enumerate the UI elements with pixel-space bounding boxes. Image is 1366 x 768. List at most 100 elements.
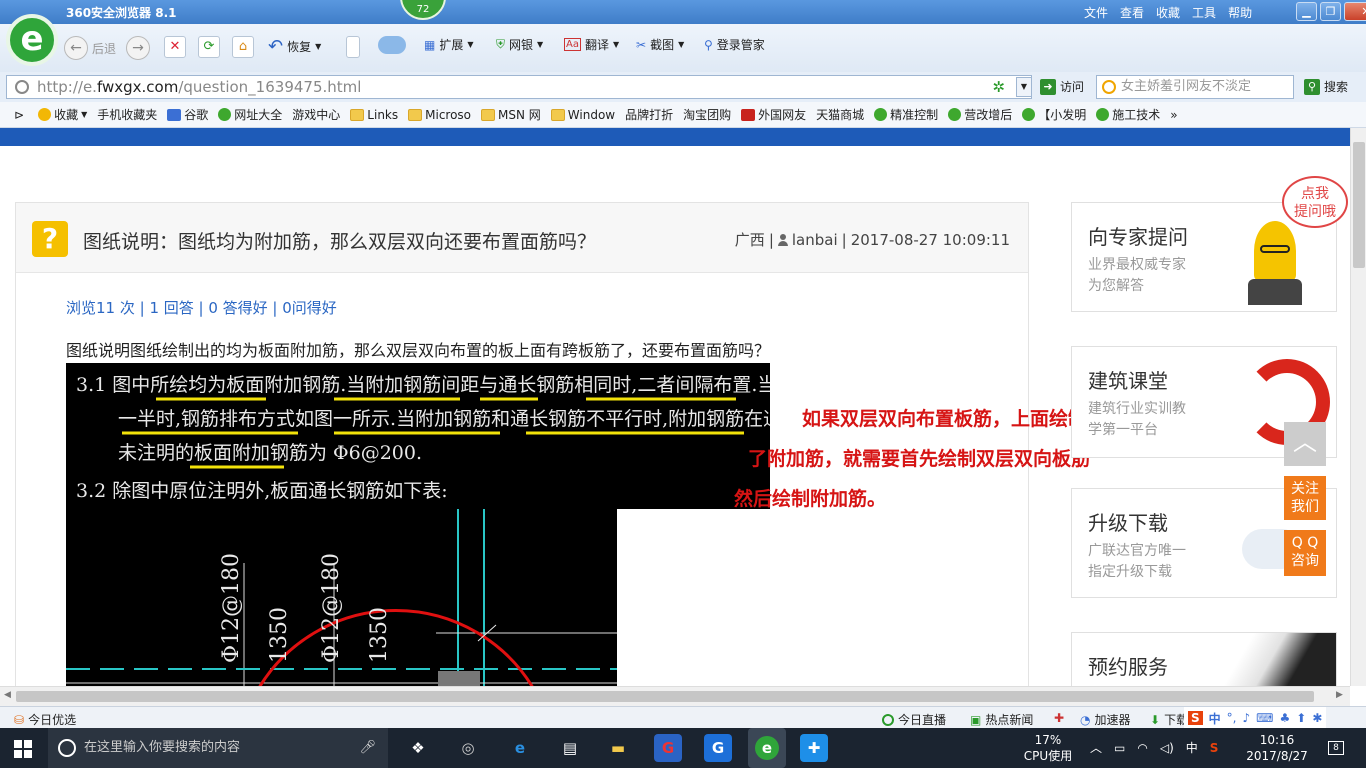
address-dropdown-chevron-icon[interactable]: ▼ (1016, 77, 1032, 97)
store-icon[interactable]: ▤ (556, 734, 584, 762)
ask-bubble[interactable]: 点我 提问哦 (1282, 176, 1348, 228)
fav-item[interactable]: Links (350, 108, 398, 122)
360-browser-task-icon[interactable]: e (748, 728, 786, 768)
browser-logo-icon[interactable]: e (6, 14, 58, 66)
windows-start-icon[interactable] (14, 740, 32, 758)
fav-item[interactable]: 手机收藏夹 (97, 106, 157, 123)
sogou-tray-icon[interactable]: S (1210, 740, 1219, 756)
keyboard-icon: ⌨ (1256, 711, 1274, 725)
scissors-icon: ✂ (636, 37, 647, 52)
screenshot-button[interactable]: ✂ 截图 ▼ (636, 36, 684, 53)
back-to-top-button[interactable]: ︿ (1284, 422, 1326, 466)
stop-button[interactable]: ✕ (164, 36, 186, 58)
fav-item[interactable]: 外国网友 (741, 106, 806, 123)
forward-button[interactable]: → (126, 36, 150, 60)
refresh-icon[interactable]: ✲ (992, 76, 1005, 98)
address-bar[interactable]: http://e.fwxgx.com/question_1639475.html… (6, 75, 1032, 99)
today-picks[interactable]: ⛁ 今日优选 (14, 711, 76, 728)
glodon-g-icon[interactable]: G (704, 734, 732, 762)
question-user[interactable]: lanbai (792, 231, 838, 249)
menu-view[interactable]: 查看 (1120, 4, 1144, 21)
cloud-button[interactable] (378, 36, 406, 54)
scroll-left-icon[interactable]: ◀ (4, 690, 11, 700)
horizontal-scroll-thumb[interactable] (16, 691, 1314, 702)
fav-item[interactable]: Window (550, 108, 615, 122)
notification-count: 8 (1328, 741, 1344, 755)
netbank-button[interactable]: ⛨ 网银 ▼ (496, 36, 543, 53)
task-view-icon[interactable]: ❖ (404, 734, 432, 762)
search-input[interactable]: 女主娇羞引网友不淡定 (1096, 75, 1294, 99)
first-aid-icon[interactable]: ✚ (1054, 711, 1064, 725)
refresh-button[interactable]: ⟳ (198, 36, 220, 58)
chat-icon (874, 108, 888, 121)
cad-note-line-4: 3.2 除图中原位注明外,板面通长钢筋如下表: (76, 480, 448, 502)
translate-button[interactable]: Aa 翻译 ▼ (564, 36, 619, 53)
fav-item[interactable]: 【小发明 (1022, 106, 1086, 123)
mic-icon[interactable]: 🎤︎ (359, 728, 376, 768)
sidebar-appointment[interactable]: 预约服务 (1071, 632, 1337, 686)
fav-item[interactable]: 天猫商城 (816, 106, 864, 123)
horizontal-scrollbar[interactable]: ◀ ▶ (0, 686, 1350, 706)
input-language[interactable]: 中 (1186, 740, 1198, 756)
maximize-button[interactable]: ❐ (1320, 2, 1341, 21)
download-button[interactable]: ⬇ 下载 (1150, 711, 1188, 728)
close-button[interactable]: ✕ (1344, 2, 1366, 21)
volume-icon[interactable]: ◁) (1160, 740, 1174, 756)
accelerator-button[interactable]: ◔ 加速器 (1080, 711, 1131, 728)
score-badge[interactable]: 72 (400, 0, 446, 20)
search-icon: ⚲ (1304, 78, 1320, 95)
fav-item[interactable]: 精准控制 (874, 106, 938, 123)
minimize-button[interactable]: ▁ (1296, 2, 1317, 21)
browser-swirl-icon[interactable]: ◎ (454, 734, 482, 762)
hot-news-button[interactable]: ▣ 热点新闻 (970, 711, 1033, 728)
more-favorites-icon[interactable]: » (1170, 108, 1177, 122)
search-button[interactable]: ⚲ 搜索 (1304, 78, 1348, 95)
fav-item[interactable]: MSN 网 (481, 106, 541, 123)
cpu-monitor[interactable]: 17% CPU使用 (1022, 732, 1074, 764)
chat-icon (1022, 108, 1036, 121)
fav-item[interactable]: 游戏中心 (292, 106, 340, 123)
teamviewer-icon[interactable]: ✚ (800, 734, 828, 762)
go-button[interactable]: ➜ 访问 (1040, 78, 1084, 95)
glodon-app-icon[interactable]: G (654, 734, 682, 762)
battery-icon[interactable]: ▭ (1114, 740, 1125, 756)
file-explorer-icon[interactable]: ▬ (604, 734, 632, 762)
fav-item[interactable]: 品牌打折 (625, 106, 673, 123)
fav-item[interactable]: 网址大全 (218, 106, 282, 123)
mobile-button[interactable] (346, 36, 360, 58)
sidebar-toggle-icon[interactable]: ⊳ (14, 108, 24, 122)
back-button[interactable]: ← 后退 (64, 36, 116, 60)
ime-toolbar[interactable]: S 中 °, ♪ ⌨ ♣ ⬆ ✱ (1184, 707, 1327, 729)
fav-label: 外国网友 (758, 108, 807, 122)
vertical-scrollbar[interactable] (1350, 128, 1366, 686)
notification-center-icon[interactable]: 8 (1326, 738, 1346, 755)
tray-expand-icon[interactable]: ︿ (1090, 740, 1102, 756)
scroll-right-icon[interactable]: ▶ (1336, 690, 1343, 700)
fav-item[interactable]: 营改增后 (948, 106, 1012, 123)
home-button[interactable]: ⌂ (232, 36, 254, 58)
fav-item[interactable]: 淘宝团购 (683, 106, 731, 123)
page-content: ? 图纸说明：图纸均为附加筋，那么双层双向还要布置面筋吗？ 广西 | lanba… (0, 146, 1350, 686)
extend-button[interactable]: ▦ 扩展 ▼ (424, 36, 474, 53)
menu-help[interactable]: 帮助 (1228, 4, 1252, 21)
follow-us-button[interactable]: 关注 我们 (1284, 476, 1326, 520)
menu-file[interactable]: 文件 (1084, 4, 1108, 21)
360-browser-icon: e (755, 736, 779, 760)
wifi-icon[interactable]: ◠ (1137, 740, 1147, 756)
fav-item[interactable]: 施工技术 (1096, 106, 1160, 123)
fav-item[interactable]: 谷歌 (167, 106, 208, 123)
fav-item[interactable]: 收藏 ▼ (38, 106, 87, 123)
chevron-down-icon: ▼ (467, 40, 474, 49)
edge-icon[interactable]: e (506, 734, 534, 762)
chevron-down-icon: ▼ (81, 110, 88, 119)
vertical-scroll-thumb[interactable] (1353, 142, 1365, 268)
taskbar-search-input[interactable]: 在这里输入你要搜索的内容 🎤︎ (48, 728, 388, 768)
live-button[interactable]: 今日直播 (882, 711, 946, 728)
qq-consult-button[interactable]: Q Q 咨询 (1284, 530, 1326, 576)
fav-item[interactable]: Microso (408, 108, 471, 122)
clock[interactable]: 10:16 2017/8/27 (1244, 732, 1310, 764)
login-manager-button[interactable]: ⚲ 登录管家 (704, 36, 765, 53)
restore-button[interactable]: ↶ 恢复 ▼ (268, 36, 321, 57)
menu-tools[interactable]: 工具 (1192, 4, 1216, 21)
menu-favorites[interactable]: 收藏 (1156, 4, 1180, 21)
